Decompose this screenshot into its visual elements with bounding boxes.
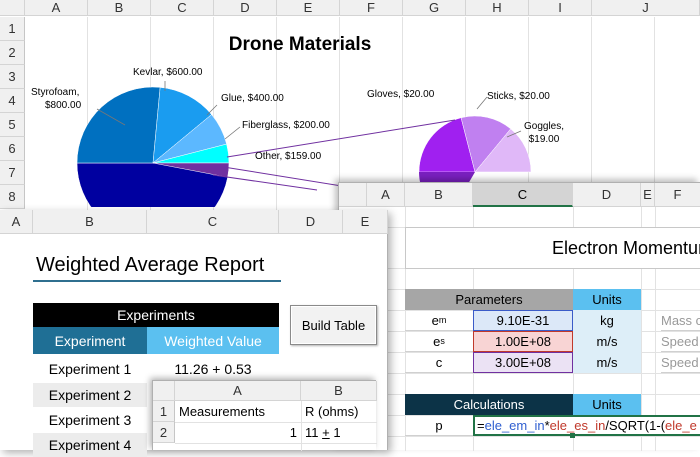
param-note-em: Mass o (661, 310, 700, 331)
title-underline (33, 280, 281, 282)
param-unit-c: m/s (573, 352, 641, 373)
report-title: Weighted Average Report (36, 253, 265, 276)
param-value-es[interactable]: 1.00E+08 (473, 331, 573, 352)
calc-units-header: Units (573, 394, 641, 415)
sheet-title: Electron Momentum (405, 227, 700, 269)
experiment-row-2: Experiment 2 (33, 383, 147, 407)
fill-handle[interactable] (570, 433, 575, 438)
data-label-glue: Glue, $400.00 (221, 93, 284, 104)
param-symbol-em: em (405, 310, 473, 331)
column-header-f[interactable]: F (655, 183, 700, 207)
row-header-6[interactable]: 6 (0, 137, 25, 161)
column-header-e[interactable]: E (343, 210, 388, 234)
leader-line (476, 96, 488, 110)
row-header-7[interactable]: 7 (0, 161, 25, 185)
experiment-1-value: 11.26 + 0.53 (174, 361, 252, 377)
weighted-value-col-header: Weighted Value (147, 327, 279, 354)
column-header-c[interactable]: C (151, 0, 214, 16)
data-label-sticks: Sticks, $20.00 (487, 91, 550, 102)
measurements-window[interactable]: A B 1 2 Measurements R (ohms) 1 11 + 1 (152, 380, 377, 451)
data-label-goggles: Goggles, $19.00 (524, 121, 564, 145)
column-header-b[interactable]: B (88, 0, 151, 16)
column-header-e[interactable]: E (641, 183, 655, 207)
data-label-other: Other, $159.00 (255, 151, 322, 162)
row-header-2[interactable]: 2 (0, 41, 25, 65)
column-header-a[interactable]: A (175, 381, 301, 401)
experiments-header: Experiments (33, 303, 279, 327)
resistance-1: 11 + 1 (305, 425, 341, 440)
column-header-d[interactable]: D (279, 210, 343, 234)
electron-momentum-window[interactable]: A B C D E F Electron Momentum Parameters… (338, 182, 700, 451)
row-header-1[interactable]: 1 (153, 401, 175, 422)
build-table-button[interactable]: Build Table (290, 305, 377, 345)
column-header-g[interactable]: G (403, 0, 466, 16)
row-header-4[interactable]: 4 (0, 89, 25, 113)
column-header-h[interactable]: H (466, 0, 529, 16)
column-header-a[interactable]: A (367, 183, 405, 207)
pie-slice-styrofoam (76, 86, 161, 164)
leader-line (206, 104, 218, 116)
row-header-3[interactable]: 3 (0, 65, 25, 89)
select-all-corner[interactable] (0, 0, 25, 16)
param-value-em[interactable]: 9.10E-31 (473, 310, 573, 331)
data-label-styrofoam: Styrofoam, $800.00 (31, 87, 82, 111)
column-header-i[interactable]: I (529, 0, 592, 16)
experiment-row-1: Experiment 1 (33, 357, 147, 381)
column-header-b[interactable]: B (405, 183, 473, 207)
experiment-row-4: Experiment 4 (33, 433, 147, 457)
experiment-row-3: Experiment 3 (33, 408, 147, 432)
calculations-header: Calculations (405, 394, 573, 415)
param-value-c[interactable]: 3.00E+08 (473, 352, 573, 373)
column-header-a[interactable]: A (0, 210, 33, 234)
formula-label: p (405, 415, 473, 436)
formula-token: /SQRT(1-( (605, 418, 666, 433)
leader-line (224, 126, 241, 140)
data-label-gloves: Gloves, $20.00 (367, 89, 435, 100)
measurement-1: 1 (289, 425, 297, 440)
column-header-d[interactable]: D (573, 183, 641, 207)
experiment-col-header: Experiment (33, 327, 147, 354)
formula-token: ele_es_in (549, 418, 606, 433)
formula-cell[interactable]: = ele_em_in * ele_es_in/SQRT(1-(ele_e (473, 415, 700, 436)
formula-token: ele_e (665, 418, 697, 433)
column-header-j[interactable]: J (592, 0, 700, 16)
param-note-c: Speed (661, 352, 700, 373)
param-symbol-c: c (405, 352, 473, 373)
param-note-es: Speed (661, 331, 700, 352)
formula-token: = (477, 418, 485, 433)
units-header: Units (573, 289, 641, 310)
column-header-c[interactable]: C (147, 210, 279, 234)
param-unit-em: kg (573, 310, 641, 331)
measurements-header: Measurements (179, 404, 265, 419)
row-header-1[interactable]: 1 (0, 17, 25, 41)
data-label-kevlar: Kevlar, $600.00 (133, 67, 203, 78)
chart-title: Drone Materials (229, 34, 372, 55)
row-header-8[interactable]: 8 (0, 185, 25, 209)
formula-token: ele_em_in (484, 418, 545, 433)
pie-chart-svg: Drone Materials Styrofoam, $800.00 Kevlar,… (31, 34, 564, 240)
resistance-header: R (ohms) (305, 404, 359, 419)
row-header-2[interactable]: 2 (153, 422, 175, 443)
column-header-c[interactable]: C (473, 183, 573, 207)
series-line (212, 174, 318, 191)
parameters-header: Parameters (405, 289, 573, 310)
column-header-e[interactable]: E (277, 0, 340, 16)
column-header-b[interactable]: B (301, 381, 377, 401)
data-label-fiberglass: Fiberglass, $200.00 (242, 120, 330, 131)
param-unit-es: m/s (573, 331, 641, 352)
column-header-d[interactable]: D (214, 0, 277, 16)
row-header-5[interactable]: 5 (0, 113, 25, 137)
select-all-corner[interactable] (153, 381, 175, 401)
select-all-corner[interactable] (339, 183, 367, 207)
pie-chart[interactable]: Drone Materials Styrofoam, $800.00 Kevlar,… (25, 17, 700, 240)
column-header-b[interactable]: B (33, 210, 147, 234)
column-header-a[interactable]: A (25, 0, 88, 16)
column-header-f[interactable]: F (340, 0, 403, 16)
param-symbol-es: es (405, 331, 473, 352)
